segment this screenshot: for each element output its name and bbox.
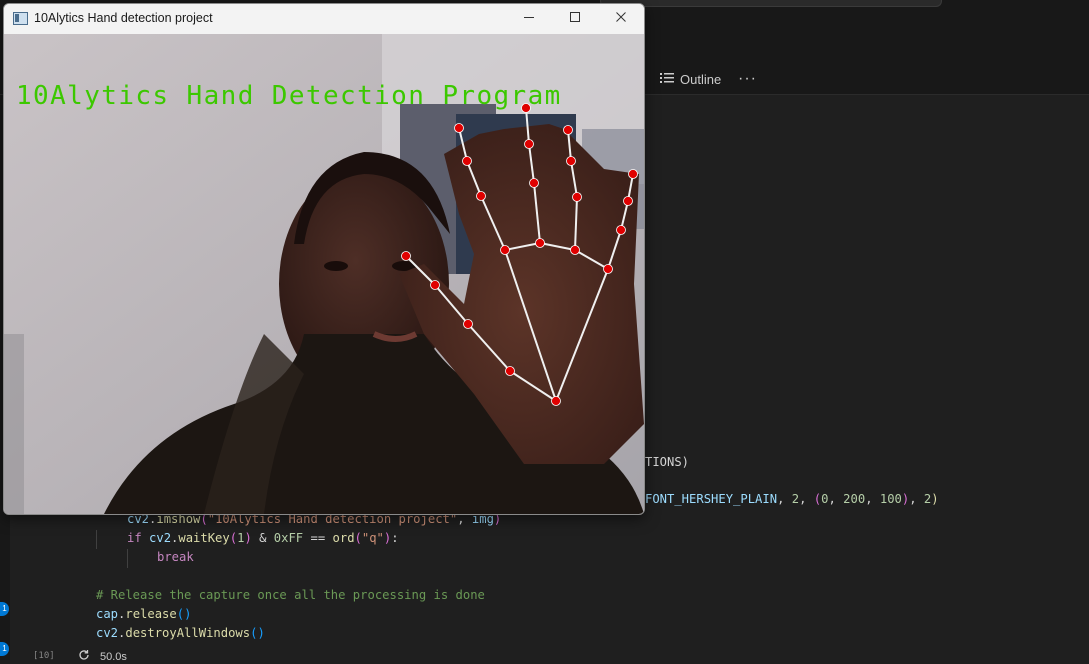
code-line-release: cap.release() (96, 607, 192, 621)
code-line-break: break (157, 550, 194, 564)
window-app-icon (13, 12, 28, 25)
refresh-icon (78, 649, 90, 664)
hand-landmark (505, 366, 515, 376)
hand-landmark (628, 169, 638, 179)
opencv-window[interactable]: 10Alytics Hand detection project 10Alyti… (3, 3, 645, 515)
hand-landmark (563, 125, 573, 135)
code-line-comment: # Release the capture once all the proce… (96, 588, 485, 602)
code-line-fragment: FONT_HERSHEY_PLAIN, 2, (0, 200, 100), 2) (645, 492, 939, 506)
maximize-button[interactable] (552, 4, 598, 34)
maximize-icon (569, 10, 581, 28)
hand-landmark (623, 196, 633, 206)
hand-landmark (572, 192, 582, 202)
close-icon (615, 10, 627, 28)
overlay-title: 10Alytics Hand Detection Program (16, 81, 562, 111)
hand-landmark (430, 280, 440, 290)
hand-landmark (462, 156, 472, 166)
camera-frame: 10Alytics Hand Detection Program (4, 34, 644, 514)
hand-landmark (476, 191, 486, 201)
hand-landmark (529, 178, 539, 188)
hand-landmark (570, 245, 580, 255)
hand-landmark (454, 123, 464, 133)
minimize-icon (523, 10, 535, 28)
minimize-button[interactable] (506, 4, 552, 34)
window-titlebar[interactable]: 10Alytics Hand detection project (4, 4, 644, 34)
hand-landmark (603, 264, 613, 274)
indent-guide (96, 530, 97, 549)
elapsed-time: 50.0s (100, 650, 127, 663)
window-title: 10Alytics Hand detection project (34, 11, 213, 25)
hand-landmark (616, 225, 626, 235)
code-line-if: if cv2.waitKey(1) & 0xFF == ord("q"): (127, 531, 399, 545)
hand-landmark (401, 251, 411, 261)
hand-landmark (566, 156, 576, 166)
hand-landmark (535, 238, 545, 248)
code-line-fragment: TIONS) (645, 455, 690, 469)
hand-landmark (551, 396, 561, 406)
hand-landmark (524, 139, 534, 149)
cell-status: 50.0s (78, 649, 127, 664)
close-button[interactable] (598, 4, 644, 34)
code-line-destroy: cv2.destroyAllWindows() (96, 626, 265, 640)
webcam-image: 10Alytics Hand Detection Program (4, 34, 644, 514)
indent-guide (127, 549, 128, 568)
hand-landmark (463, 319, 473, 329)
hand-landmark (500, 245, 510, 255)
